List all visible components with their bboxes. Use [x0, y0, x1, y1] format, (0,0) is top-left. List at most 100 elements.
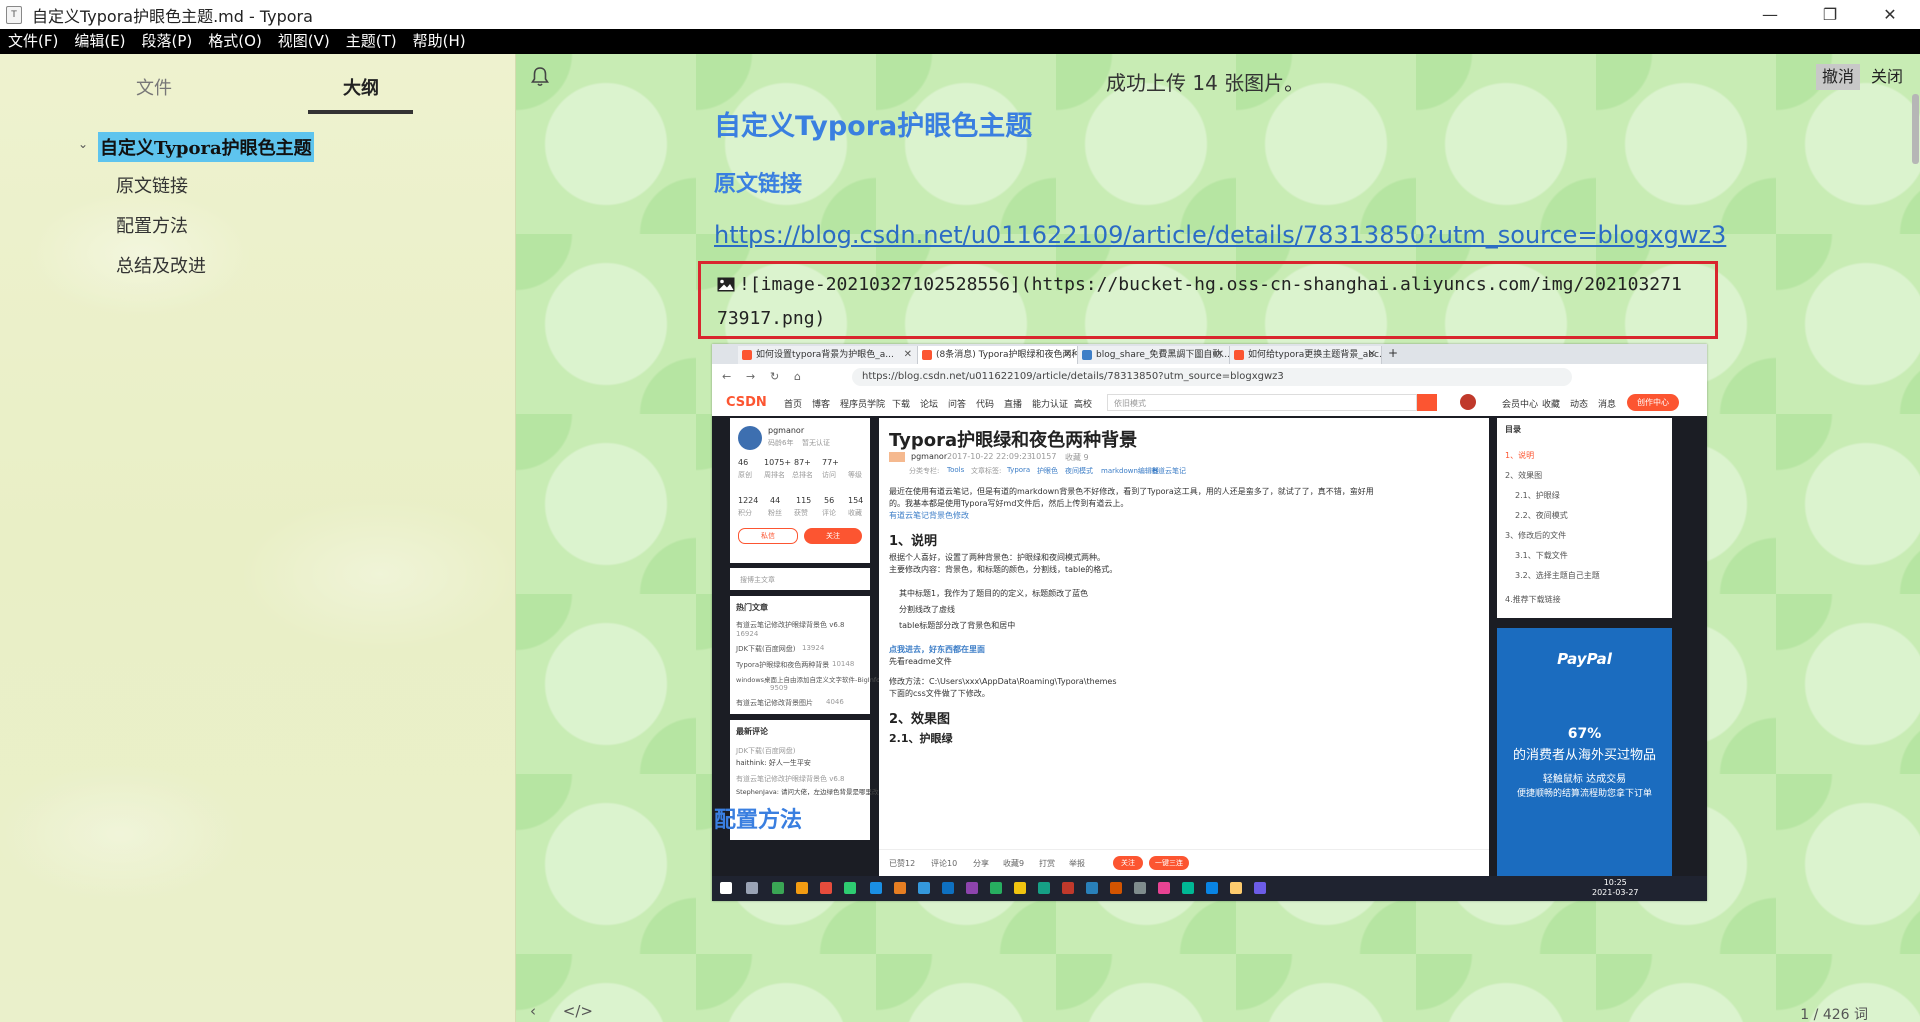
action-tip: 打赏 — [1039, 859, 1055, 868]
window-title: 自定义Typora护眼色主题.md - Typora — [32, 6, 313, 26]
notification-message: 成功上传 14 张图片。 — [1106, 71, 1305, 95]
toc-item: 1、说明 — [1505, 451, 1535, 460]
browser-tab-strip: 如何设置typora背景为护眼色_a... ✕ (8条消息) Typora护眼绿和… — [712, 344, 1707, 364]
menu-help[interactable]: 帮助(H) — [405, 29, 474, 54]
title-bar: T 自定义Typora护眼色主题.md - Typora — ❐ ✕ — [0, 0, 1920, 30]
article-tag: 有道云笔记 — [1151, 467, 1186, 475]
window-controls: — ❐ ✕ — [1740, 0, 1920, 29]
private-message-button: 私信 — [738, 528, 798, 544]
outline-item-title[interactable]: 自定义Typora护眼色主题 — [98, 132, 314, 162]
csdn-nav-link: 程序员学院 — [840, 400, 886, 410]
article-bullet: 分割线改了虚线 — [899, 605, 955, 614]
csdn-top-nav: CSDN 首页 博客 程序员学院 下载 论坛 问答 代码 直播 能力认证 高校 … — [712, 390, 1707, 417]
csdn-favicon-icon — [1234, 350, 1244, 360]
hot-article: 有道云笔记修改背景图片 — [736, 699, 813, 707]
undo-button[interactable]: 撤消 — [1816, 64, 1861, 90]
browser-tab-label: (8条消息) Typora护眼绿和夜色两种... — [936, 350, 1078, 360]
home-icon: ⌂ — [794, 370, 801, 383]
app-icon — [1230, 882, 1242, 894]
menu-edit[interactable]: 编辑(E) — [66, 29, 133, 54]
ad-percent: 67% — [1567, 726, 1602, 742]
article-tag: Tools — [947, 466, 965, 474]
action-report: 举报 — [1069, 859, 1085, 868]
article-section: 2、效果图 — [889, 712, 951, 727]
heading-config-method[interactable]: 配置方法 — [714, 802, 802, 834]
stat-label: 周排名 — [764, 471, 785, 479]
minimize-button[interactable]: — — [1740, 0, 1800, 29]
taskbar-clock: 10:25 2021-03-27 — [1592, 878, 1639, 898]
browser-tab-label: 如何给typora更换主题背景_abc... — [1248, 350, 1382, 360]
hot-article: windows桌面上自由添加自定义文字软件-BigInfo — [736, 676, 881, 684]
editor-scrollbar[interactable] — [1910, 54, 1920, 1022]
image-markdown-source[interactable]: ![image-20210327102528556](https://bucke… — [698, 261, 1718, 339]
hot-article-views: 4046 — [826, 698, 844, 706]
app-icon — [1158, 882, 1170, 894]
article-tag: 护眼色 — [1037, 467, 1058, 475]
browser-tab-label: 如何设置typora背景为护眼色_a... — [756, 350, 894, 360]
csdn-favicon-icon — [742, 350, 752, 360]
menu-bar: 文件(F) 编辑(E) 段落(P) 格式(O) 视图(V) 主题(T) 帮助(H… — [0, 29, 1920, 54]
active-tab-indicator — [308, 110, 413, 114]
search-icon — [746, 882, 758, 894]
article-fav: 收藏 9 — [1065, 453, 1089, 462]
edge-browser-icon — [870, 882, 882, 894]
code-text-line-1: ![image-20210327102528556](https://bucke… — [739, 274, 1682, 295]
csdn-nav-link: 论坛 — [920, 400, 939, 410]
close-notification-button[interactable]: 关闭 — [1867, 64, 1907, 90]
article-action-bar: 已赞12 评论10 分享 收藏9 打赏 举报 关注 一键三连 — [879, 849, 1489, 876]
menu-file[interactable]: 文件(F) — [0, 29, 66, 54]
article-tag: Typora — [1007, 466, 1031, 474]
outline-item-summary[interactable]: 总结及改进 — [116, 252, 206, 278]
hot-article: JDK下载(百度网盘) — [736, 645, 796, 653]
blog-search-card: 搜博主文章 — [730, 568, 870, 590]
editor-pane[interactable]: 成功上传 14 张图片。 撤消 关闭 自定义Typora护眼色主题 原文链接 h… — [516, 54, 1920, 1022]
back-arrow-icon: ← — [722, 370, 732, 383]
action-like: 已赞12 — [889, 859, 916, 868]
stat-value: 154 — [848, 496, 864, 505]
chevron-down-icon[interactable]: ⌄ — [78, 137, 88, 151]
action-share: 分享 — [973, 859, 989, 868]
stat-label: 访问 — [822, 471, 836, 479]
tab-files[interactable]: 文件 — [136, 74, 172, 100]
latest-comments-title: 最新评论 — [736, 727, 768, 736]
stat-value: 87+ — [794, 458, 811, 467]
sidebar: 文件 大纲 ⌄ 自定义Typora护眼色主题 原文链接 配置方法 总结及改进 — [0, 54, 516, 1022]
csdn-nav-link: 能力认证 — [1032, 400, 1069, 410]
outline-item-config[interactable]: 配置方法 — [116, 212, 188, 238]
windows-start-icon — [720, 882, 732, 894]
outline-item-source-link[interactable]: 原文链接 — [116, 172, 188, 198]
menu-theme[interactable]: 主题(T) — [338, 29, 405, 54]
hot-article: 有道云笔记修改护眼绿背景色 v6.8 — [736, 621, 845, 629]
menu-paragraph[interactable]: 段落(P) — [134, 29, 201, 54]
embedded-screenshot[interactable]: 如何设置typora背景为护眼色_a... ✕ (8条消息) Typora护眼绿和… — [712, 344, 1707, 901]
stat-value: 46 — [738, 458, 749, 467]
bell-icon[interactable] — [530, 66, 550, 88]
article-hint-link: 点我进去，好东西都在里面 — [889, 645, 985, 654]
close-window-button[interactable]: ✕ — [1860, 0, 1920, 29]
article-section: 1、说明 — [889, 534, 938, 549]
scrollbar-thumb[interactable] — [1912, 94, 1919, 164]
source-code-mode-icon[interactable]: </> — [563, 1002, 593, 1020]
word-count[interactable]: 1 / 426 词 — [1800, 1004, 1868, 1022]
menu-view[interactable]: 视图(V) — [270, 29, 338, 54]
sidebar-tabs: 文件 大纲 — [0, 54, 515, 116]
maximize-button[interactable]: ❐ — [1800, 0, 1860, 29]
tab-outline[interactable]: 大纲 — [343, 74, 379, 100]
heading-1[interactable]: 自定义Typora护眼色主题 — [714, 104, 1032, 143]
stat-label: 粉丝 — [768, 509, 782, 517]
source-url-link[interactable]: https://blog.csdn.net/u011622109/article… — [714, 221, 1726, 249]
browser-tab-active: (8条消息) Typora护眼绿和夜色两种... ✕ — [918, 346, 1078, 364]
new-tab-plus-icon: + — [1388, 346, 1399, 360]
menu-format[interactable]: 格式(O) — [200, 29, 270, 54]
forward-arrow-icon: → — [746, 370, 756, 383]
article-paragraph: 修改方法：C:\Users\xxx\AppData\Roaming\Typora… — [889, 677, 1117, 686]
hot-articles-card: 热门文章 有道云笔记修改护眼绿背景色 v6.8 16924 JDK下载(百度网盘… — [730, 596, 880, 714]
app-icon — [1062, 882, 1074, 894]
toggle-sidebar-icon[interactable]: ‹ — [530, 1002, 536, 1020]
taskbar-time: 10:25 — [1603, 878, 1627, 887]
browser-url: https://blog.csdn.net/u011622109/article… — [852, 368, 1572, 386]
heading-source-link[interactable]: 原文链接 — [714, 166, 802, 198]
action-comment: 评论10 — [931, 859, 958, 868]
hot-article-views: 13924 — [802, 644, 825, 652]
profile-badge: 暂无认证 — [802, 439, 830, 447]
